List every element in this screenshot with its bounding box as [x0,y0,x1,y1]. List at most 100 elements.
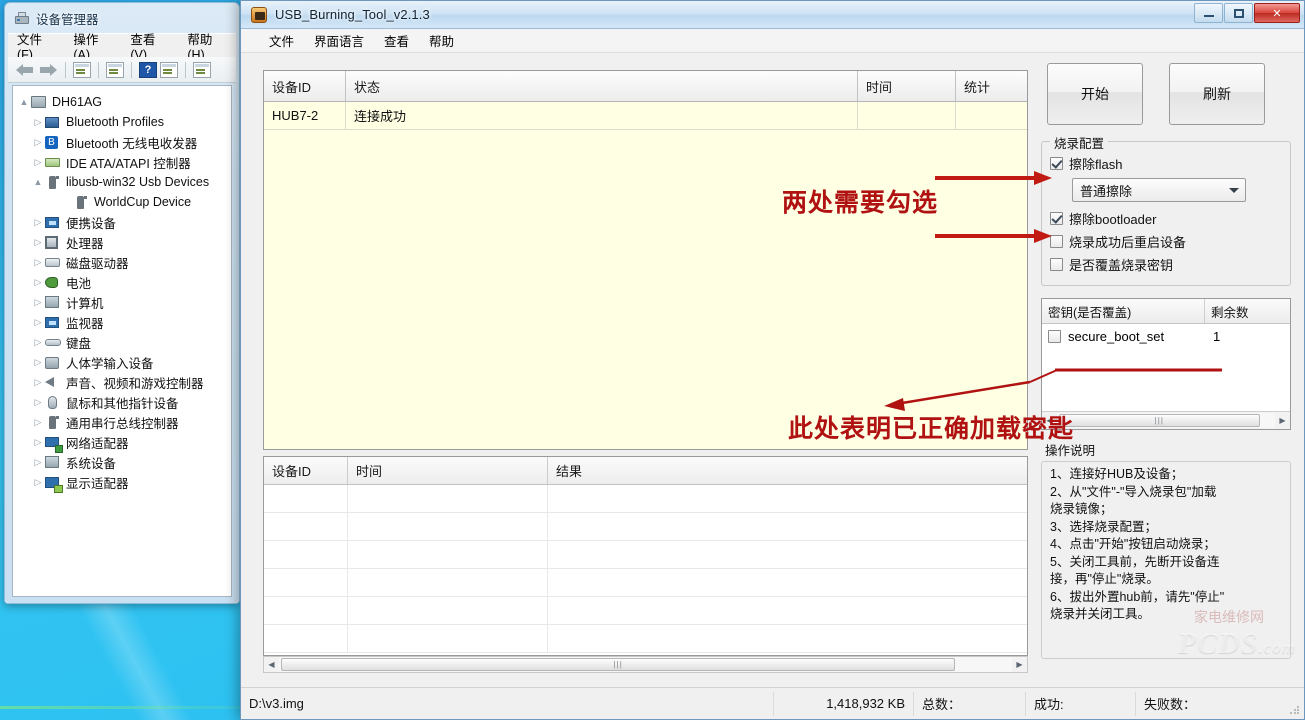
scroll-track[interactable]: ||| [279,657,1012,672]
reboot-after-row[interactable]: 烧录成功后重启设备 [1050,230,1282,253]
erase-flash-row[interactable]: 擦除flash [1050,152,1282,175]
tree-collapse-icon[interactable]: ▷ [31,277,45,288]
usb-tool-menubar[interactable]: 文件 界面语言 查看 帮助 [241,29,1304,53]
tree-item-2[interactable]: ▷ B Bluetooth 无线电收发器 [13,132,231,152]
search-icon[interactable] [193,61,211,78]
tree-item-16[interactable]: ▷ 通用串行总线控制器 [13,412,231,432]
key-scroll-right-icon[interactable]: ▶ [1275,416,1290,425]
result-grid-row[interactable] [264,625,1027,653]
scan-icon[interactable] [160,61,178,78]
help-icon[interactable]: ? [139,61,157,78]
tree-item-7[interactable]: ▷ 处理器 [13,232,231,252]
forward-arrow-icon[interactable] [38,62,58,78]
scroll-thumb[interactable]: ||| [281,658,956,671]
tree-item-14[interactable]: ▷ 声音、视频和游戏控制器 [13,372,231,392]
result-grid-row[interactable] [264,485,1027,513]
tree-collapse-icon[interactable]: ▷ [31,377,45,388]
window-controls[interactable]: ✕ [1194,3,1300,23]
key-list-row[interactable]: secure_boot_set 1 [1042,324,1290,348]
col-key-remaining[interactable]: 剩余数 [1205,299,1288,323]
key-checkbox[interactable] [1048,329,1061,343]
tree-item-19[interactable]: ▷ 显示适配器 [13,472,231,493]
erase-bootloader-checkbox[interactable] [1050,212,1063,225]
device-manager-menubar[interactable]: 文件(F) 操作(A) 查看(V) 帮助(H) [8,33,236,62]
tree-collapse-icon[interactable]: ▷ [31,397,45,408]
key-list[interactable]: 密钥(是否覆盖) 剩余数 secure_boot_set 1 ◀ ||| ▶ [1041,298,1291,430]
menu-view[interactable]: 查看 [374,29,419,52]
tree-item-0[interactable]: ▲ DH61AG [13,92,231,112]
update-driver-icon[interactable] [106,61,124,78]
tree-item-12[interactable]: ▷ 键盘 [13,332,231,352]
key-list-hscrollbar[interactable]: ◀ ||| ▶ [1042,411,1290,429]
tree-collapse-icon[interactable]: ▷ [31,117,45,128]
tree-collapse-icon[interactable]: ▷ [31,157,45,168]
device-tree[interactable]: ▲ DH61AG ▷ Bluetooth Profiles ▷ B Bluetooth 无线… [12,85,232,597]
col-stat[interactable]: 统计 [956,71,1026,101]
minimize-button[interactable] [1194,3,1223,23]
tree-item-18[interactable]: ▷ 系统设备 [13,452,231,472]
tree-item-5[interactable]: WorldCup Device [13,192,231,212]
tree-expand-icon[interactable]: ▲ [31,177,45,187]
back-arrow-icon[interactable] [15,62,35,78]
col-status[interactable]: 状态 [346,71,858,101]
key-scroll-thumb[interactable]: ||| [1059,414,1260,427]
result-grid-row[interactable] [264,569,1027,597]
close-button[interactable]: ✕ [1254,3,1300,23]
reboot-after-checkbox[interactable] [1050,235,1063,248]
menu-help[interactable]: 帮助 [419,29,464,52]
result-grid-row[interactable] [264,513,1027,541]
tree-item-17[interactable]: ▷ 网络适配器 [13,432,231,453]
erase-mode-select[interactable]: 普通擦除 [1072,178,1246,202]
col-result-result[interactable]: 结果 [548,457,1026,484]
tree-collapse-icon[interactable]: ▷ [31,257,45,268]
col-device-id[interactable]: 设备ID [264,71,346,101]
tree-collapse-icon[interactable]: ▷ [31,477,45,488]
result-grid-hscrollbar[interactable]: ◀ ||| ▶ [263,656,1028,673]
tree-collapse-icon[interactable]: ▷ [31,217,45,228]
tree-collapse-icon[interactable]: ▷ [31,357,45,368]
device-manager-window[interactable]: 设备管理器 文件(F) 操作(A) 查看(V) 帮助(H) ? ▲ DH61AG ▷… [4,2,240,604]
scroll-right-icon[interactable]: ▶ [1012,660,1027,669]
usb-burning-tool-window[interactable]: USB_Burning_Tool_v2.1.3 ✕ 文件 界面语言 查看 帮助 … [240,0,1305,720]
key-scroll-left-icon[interactable]: ◀ [1042,416,1057,425]
col-result-device-id[interactable]: 设备ID [264,457,348,484]
tree-item-1[interactable]: ▷ Bluetooth Profiles [13,112,231,132]
menu-language[interactable]: 界面语言 [304,29,374,52]
erase-bootloader-row[interactable]: 擦除bootloader [1050,207,1282,230]
maximize-button[interactable] [1224,3,1253,23]
tree-item-4[interactable]: ▲ libusb-win32 Usb Devices [13,172,231,192]
resize-grip-icon[interactable] [1289,704,1301,716]
erase-flash-checkbox[interactable] [1050,157,1063,170]
result-grid[interactable]: 设备ID 时间 结果 [263,456,1028,656]
tree-expand-icon[interactable]: ▲ [17,97,31,107]
tree-item-10[interactable]: ▷ 计算机 [13,292,231,312]
tree-collapse-icon[interactable]: ▷ [31,337,45,348]
start-button[interactable]: 开始 [1047,63,1143,125]
properties-icon[interactable] [73,61,91,78]
col-result-time[interactable]: 时间 [348,457,548,484]
scroll-left-icon[interactable]: ◀ [264,660,279,669]
device-status-grid[interactable]: 设备ID 状态 时间 统计 HUB7-2 连接成功 [263,70,1028,450]
col-time[interactable]: 时间 [858,71,956,101]
overwrite-key-checkbox[interactable] [1050,258,1063,271]
tree-item-13[interactable]: ▷ 人体学输入设备 [13,352,231,372]
col-key-name[interactable]: 密钥(是否覆盖) [1042,299,1205,323]
menu-file[interactable]: 文件 [259,29,304,52]
tree-collapse-icon[interactable]: ▷ [31,317,45,328]
key-list-body[interactable]: secure_boot_set 1 [1042,324,1290,348]
tree-collapse-icon[interactable]: ▷ [31,297,45,308]
tree-item-9[interactable]: ▷ 电池 [13,272,231,292]
device-grid-body[interactable]: HUB7-2 连接成功 [264,102,1027,130]
device-grid-row[interactable]: HUB7-2 连接成功 [264,102,1027,130]
tree-collapse-icon[interactable]: ▷ [31,417,45,428]
tree-collapse-icon[interactable]: ▷ [31,137,45,148]
device-manager-toolbar[interactable]: ? [8,57,236,83]
tree-collapse-icon[interactable]: ▷ [31,457,45,468]
tree-item-3[interactable]: ▷ IDE ATA/ATAPI 控制器 [13,152,231,172]
chevron-down-icon[interactable] [1229,188,1239,193]
tree-collapse-icon[interactable]: ▷ [31,437,45,448]
tree-item-6[interactable]: ▷ 便携设备 [13,212,231,232]
tree-item-8[interactable]: ▷ 磁盘驱动器 [13,252,231,272]
tree-collapse-icon[interactable]: ▷ [31,237,45,248]
result-grid-row[interactable] [264,597,1027,625]
